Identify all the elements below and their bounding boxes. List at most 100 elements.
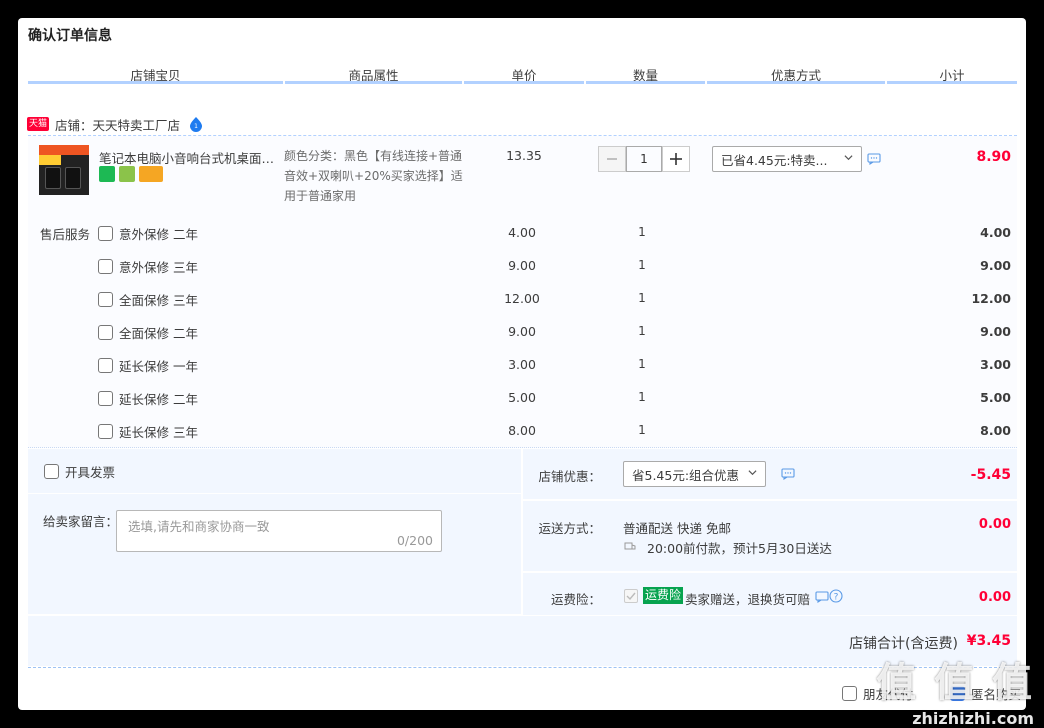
- service-price: 9.00: [508, 258, 536, 273]
- seller-message-textarea[interactable]: 选填,请先和商家协商一致 0/200: [116, 510, 442, 552]
- minus-icon: [607, 158, 617, 160]
- service-name: 延长保修 二年: [119, 391, 198, 407]
- unit-price: 13.35: [506, 148, 542, 163]
- service-name: 延长保修 三年: [119, 424, 198, 440]
- page-title: 确认订单信息: [28, 28, 112, 44]
- service-subtotal: 5.00: [980, 390, 1011, 405]
- quantity-input[interactable]: 1: [626, 146, 662, 172]
- watermark-domain: zhizhizhi.com: [912, 709, 1034, 728]
- service-qty: 1: [638, 390, 646, 404]
- service-price: 5.00: [508, 390, 536, 405]
- service-qty: 1: [638, 423, 646, 437]
- help-icon[interactable]: ?: [829, 589, 843, 603]
- service-checkbox[interactable]: [98, 357, 113, 373]
- service-name: 全面保修 三年: [119, 292, 198, 308]
- service-price: 12.00: [504, 291, 540, 306]
- friend-pay-checkbox[interactable]: [842, 686, 857, 701]
- service-qty: 1: [638, 291, 646, 305]
- thumbnail-banner: [39, 155, 61, 165]
- message-char-counter: 0/200: [396, 533, 433, 548]
- message-placeholder: 选填,请先和商家协商一致: [128, 519, 270, 534]
- speaker-image: [45, 167, 61, 189]
- service-checkbox[interactable]: [98, 258, 113, 274]
- service-qty: 1: [638, 324, 646, 338]
- order-confirm-panel: 确认订单信息 店铺宝贝 商品属性 单价 数量 优惠方式 小计 天猫 店铺：天天特…: [18, 18, 1026, 710]
- thumbnail-banner: [39, 145, 89, 155]
- invoice-option[interactable]: 开具发票: [44, 462, 115, 481]
- shop-discount-selected: 省5.45元:组合优惠: [632, 467, 740, 483]
- insurance-checkbox[interactable]: [624, 589, 638, 603]
- quantity-increase-button[interactable]: [662, 146, 690, 172]
- service-subtotal: 9.00: [980, 258, 1011, 273]
- service-option[interactable]: 延长保修 三年: [98, 421, 198, 441]
- chevron-down-icon: [844, 155, 853, 161]
- watermark-logo: 值 值 值: [876, 660, 1034, 706]
- discount-info-icon[interactable]: [867, 153, 881, 165]
- service-checkbox[interactable]: [98, 291, 113, 307]
- seven-day-return-icon[interactable]: [99, 166, 115, 182]
- service-subtotal: 4.00: [980, 225, 1011, 240]
- service-qty: 1: [638, 357, 646, 371]
- invoice-label: 开具发票: [65, 465, 116, 480]
- product-name-link[interactable]: 笔记本电脑小音响台式机桌面usb音箱: [99, 148, 281, 167]
- insurance-badge: 运费险: [643, 587, 684, 604]
- svg-text:?: ?: [834, 593, 839, 603]
- insurance-label: 运费险：: [550, 592, 601, 607]
- service-badges: [99, 166, 163, 182]
- services-divider: [28, 447, 1017, 448]
- credit-card-icon[interactable]: [139, 166, 163, 182]
- guarantee-icon[interactable]: [119, 166, 135, 182]
- discount-select[interactable]: 已省4.45元:特卖...: [712, 146, 862, 172]
- service-name: 全面保修 二年: [119, 325, 198, 341]
- plus-icon: [670, 153, 682, 165]
- service-qty: 1: [638, 225, 646, 239]
- checkmark-icon: [626, 592, 636, 601]
- service-name: 意外保修 三年: [119, 259, 198, 275]
- insurance-text: 卖家赠送，退换货可赔: [685, 592, 811, 607]
- service-checkbox[interactable]: [98, 390, 113, 406]
- header-underline: [285, 81, 462, 84]
- service-name: 意外保修 二年: [119, 226, 198, 242]
- service-option[interactable]: 意外保修 三年: [98, 256, 198, 276]
- insurance-chat-icon[interactable]: [815, 591, 829, 603]
- service-option[interactable]: 延长保修 二年: [98, 388, 198, 408]
- shop-discount-select[interactable]: 省5.45元:组合优惠: [623, 461, 766, 487]
- shop-total-value: ¥3.45: [966, 633, 1011, 649]
- message-label: 给卖家留言：: [43, 514, 119, 529]
- item-subtotal: 8.90: [976, 149, 1011, 165]
- header-underline: [887, 81, 1017, 84]
- delivery-icon: [624, 542, 636, 550]
- service-price: 8.00: [508, 423, 536, 438]
- svg-text:1: 1: [194, 123, 198, 130]
- service-checkbox[interactable]: [98, 324, 113, 340]
- shop-name[interactable]: 店铺：天天特卖工厂店: [55, 115, 180, 134]
- header-underline: [28, 81, 283, 84]
- service-option[interactable]: 意外保修 二年: [98, 223, 198, 243]
- speaker-image: [65, 167, 81, 189]
- service-price: 3.00: [508, 357, 536, 372]
- service-checkbox[interactable]: [98, 225, 113, 241]
- service-checkbox[interactable]: [98, 423, 113, 439]
- quantity-stepper: 1: [598, 146, 690, 172]
- shipping-method: 普通配送 快递 免邮: [623, 521, 731, 536]
- service-option[interactable]: 延长保修 一年: [98, 355, 198, 375]
- after-sale-label: 售后服务: [40, 227, 91, 242]
- shop-discount-info-icon[interactable]: [781, 468, 795, 480]
- chevron-down-icon: [748, 470, 757, 476]
- service-subtotal: 8.00: [980, 423, 1011, 438]
- service-option[interactable]: 全面保修 二年: [98, 322, 198, 342]
- service-option[interactable]: 全面保修 三年: [98, 289, 198, 309]
- shop-discount-value: -5.45: [970, 467, 1011, 483]
- product-thumbnail[interactable]: [39, 145, 89, 195]
- service-qty: 1: [638, 258, 646, 272]
- service-subtotal: 3.00: [980, 357, 1011, 372]
- delivery-estimate: 20:00前付款，预计5月30日送达: [647, 541, 832, 556]
- invoice-checkbox[interactable]: [44, 464, 59, 479]
- service-subtotal: 12.00: [971, 291, 1011, 306]
- chat-seller-icon[interactable]: 1: [188, 116, 204, 132]
- quantity-decrease-button[interactable]: [598, 146, 626, 172]
- shop-discount-label: 店铺优惠：: [538, 469, 601, 484]
- shipping-label: 运送方式：: [538, 521, 601, 536]
- insurance-value: 0.00: [978, 590, 1011, 605]
- shop-row: 天猫 店铺：天天特卖工厂店 1: [27, 113, 204, 135]
